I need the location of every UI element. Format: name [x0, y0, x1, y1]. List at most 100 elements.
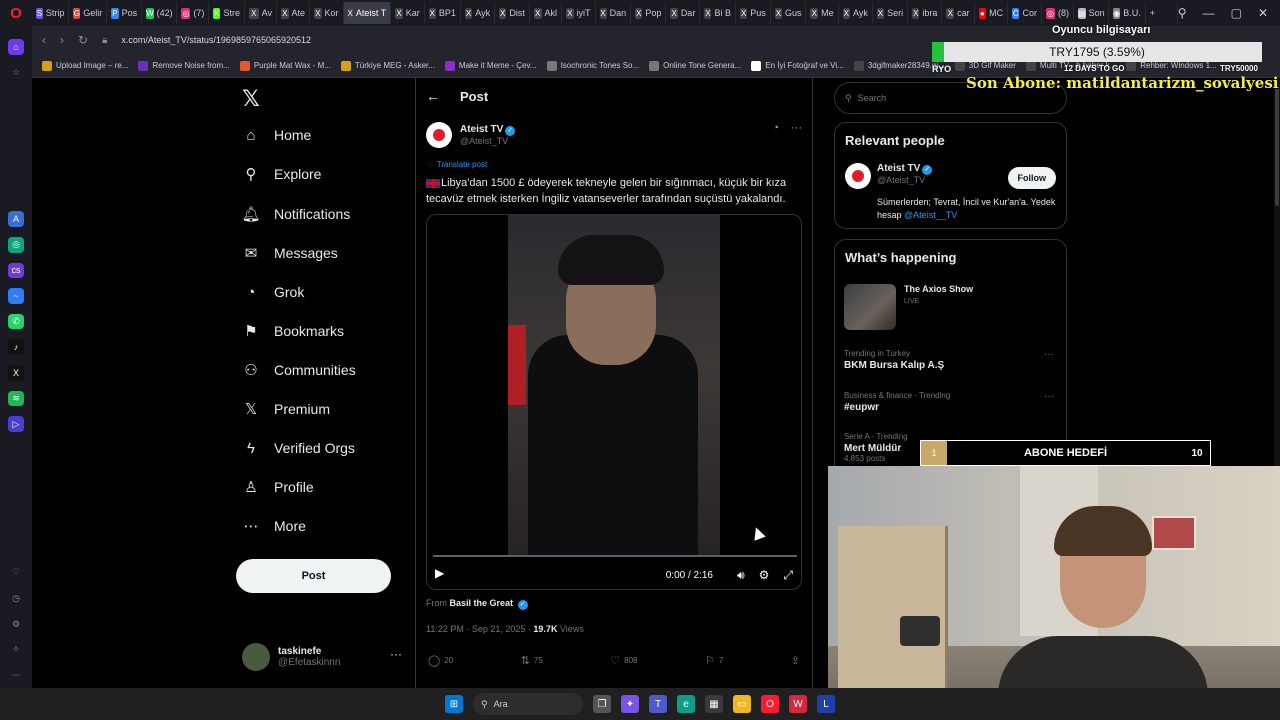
nav-item-explore[interactable]: ⚲ Explore — [242, 165, 322, 183]
bookmark-button[interactable]: ⚐ 7 — [705, 654, 723, 667]
nav-item-profile[interactable]: ♙ Profile — [242, 478, 313, 496]
minimize-icon[interactable]: — — [1203, 6, 1215, 20]
bookmark-item[interactable]: Make it Meme - Çev... — [444, 60, 537, 71]
browser-tab[interactable]: G Gelir — [69, 2, 108, 24]
taskbar-search[interactable]: ⚲ Ara — [473, 693, 583, 715]
like-button[interactable]: ♡ 808 — [610, 654, 637, 667]
chatgpt-icon[interactable]: ◎ — [8, 236, 24, 253]
browser-tab[interactable]: W (42) — [142, 2, 178, 24]
browser-tab[interactable]: X Ateist T — [343, 2, 392, 24]
account-switcher[interactable]: taskinefe @Efetaskinnn ··· — [242, 643, 402, 671]
search-tabs-icon[interactable]: ⚲ — [1178, 6, 1187, 20]
bookmark-item[interactable]: Remove Noise from... — [138, 60, 230, 71]
more-icon[interactable]: ··· — [1044, 349, 1054, 360]
browser-tab[interactable]: X Dist — [495, 2, 530, 24]
trend-item[interactable]: Trending in Turkey BKM Bursa Kalıp A.Ş ·… — [844, 349, 1054, 371]
author-name[interactable]: Ateist TV ✓ — [460, 124, 516, 136]
nav-item-messages[interactable]: ✉ Messages — [242, 244, 338, 262]
browser-tab[interactable]: ◎ (8) — [1042, 2, 1074, 24]
bookmark-item[interactable]: En İyi Fotoğraf ve Vi... — [751, 60, 844, 71]
scrollbar-thumb[interactable] — [1275, 86, 1279, 206]
maximize-icon[interactable]: ▢ — [1231, 6, 1242, 20]
browser-tab[interactable]: S Strip — [32, 2, 70, 24]
axios-show-title[interactable]: The Axios Show — [904, 284, 973, 294]
task-view-icon[interactable]: ❐ — [593, 695, 611, 713]
star-icon[interactable]: ☆ — [8, 65, 24, 81]
nav-item-premium[interactable]: 𝕏 Premium — [242, 400, 330, 418]
bookmark-item[interactable]: Türkiye MEG - Asker... — [340, 60, 435, 71]
volume-icon[interactable]: 🔊︎ — [737, 568, 745, 583]
heart-icon[interactable]: ♡ — [8, 565, 24, 581]
browser-tab[interactable]: P Pos — [107, 2, 143, 24]
browser-tab[interactable]: Xibra — [908, 2, 943, 24]
tiktok-icon[interactable]: ♪ — [8, 339, 24, 356]
browser-tab[interactable]: X Pop — [631, 2, 667, 24]
x-logo-icon[interactable]: 𝕏 — [242, 86, 260, 112]
browser-tab[interactable]: X Seri — [873, 2, 909, 24]
opera-icon[interactable]: O — [761, 695, 779, 713]
nav-item-communities[interactable]: ⚇ Communities — [242, 361, 355, 379]
translate-link[interactable]: ◌ Translate post — [428, 160, 487, 169]
teams-icon[interactable]: T — [649, 695, 667, 713]
forward-icon[interactable]: › — [60, 33, 64, 47]
launcher-icon[interactable]: L — [817, 695, 835, 713]
history-icon[interactable]: ◷ — [8, 591, 24, 607]
store-icon[interactable]: ▦ — [705, 695, 723, 713]
video-frame[interactable] — [508, 215, 720, 555]
browser-tab[interactable]: ◎ (7) — [177, 2, 210, 24]
source-account-link[interactable]: Basil the Great — [450, 598, 514, 608]
relevant-person-avatar[interactable] — [845, 163, 871, 189]
bio-link[interactable]: @Ateist__TV — [904, 210, 957, 220]
more-icon[interactable]: ··· — [791, 122, 802, 134]
browser-tab[interactable]: X Gus — [771, 2, 807, 24]
axios-show-thumbnail[interactable] — [844, 284, 896, 330]
bookmark-item[interactable]: Upload Image – re... — [42, 60, 128, 71]
browser-tab[interactable]: X Me — [806, 2, 839, 24]
more-icon[interactable]: ⋯ — [8, 667, 24, 683]
bookmark-item[interactable]: Isochronic Tones So... — [546, 60, 639, 71]
fullscreen-icon[interactable]: ⤢ — [783, 568, 793, 583]
back-arrow-icon[interactable]: ← — [426, 88, 440, 104]
url-field[interactable]: x.com/Ateist_TV/status/19698597650659205… — [121, 35, 311, 45]
more-icon[interactable]: ··· — [1044, 391, 1054, 402]
aria-icon[interactable]: A — [8, 211, 24, 227]
browser-tab[interactable]: X Ayk — [839, 2, 873, 24]
player-icon[interactable]: ▷ — [8, 416, 24, 432]
browser-tab[interactable]: X Bi B — [700, 2, 736, 24]
settings-icon[interactable]: ⚙ — [8, 616, 24, 632]
home-icon[interactable]: ⌂ — [8, 39, 24, 55]
browser-tab[interactable]: X Ate — [277, 2, 311, 24]
nav-item-notifications[interactable]: 🔔︎ Notifications — [241, 205, 350, 223]
browser-tab[interactable]: ▤ Son — [1074, 2, 1110, 24]
browser-tab[interactable]: X Ayk — [461, 2, 496, 24]
browser-tab[interactable]: X Pus — [736, 2, 771, 24]
browser-tab[interactable]: K Stre — [209, 2, 245, 24]
back-icon[interactable]: ‹ — [42, 33, 46, 47]
reload-icon[interactable]: ↻ — [78, 33, 88, 47]
cs-icon[interactable]: cs — [8, 262, 24, 279]
browser-tab[interactable]: Xcar — [942, 2, 975, 24]
browser-tab[interactable]: X BP1 — [425, 2, 461, 24]
relevant-person[interactable]: Ateist TV ✓ @Ateist_TV — [845, 163, 933, 189]
browser-tab[interactable]: X Akl — [530, 2, 563, 24]
browser-tab[interactable]: ◉ B.U. — [1109, 2, 1146, 24]
video-player[interactable]: ▶ 0:00 / 2:16 🔊︎ ⚙ ⤢ — [426, 214, 802, 590]
grok-icon[interactable]: ◔ — [772, 122, 779, 134]
browser-tab[interactable]: ● MC — [975, 2, 1009, 24]
browser-tab[interactable]: XiyiT — [562, 2, 596, 24]
nav-item-bookmarks[interactable]: ⚑ Bookmarks — [242, 322, 344, 340]
bookmark-item[interactable]: Online Tone Genera... — [649, 60, 741, 71]
copilot-icon[interactable]: ✦ — [621, 695, 639, 713]
spotify-icon[interactable]: ≋ — [8, 390, 24, 407]
follow-button[interactable]: Follow — [1007, 167, 1056, 189]
post-author[interactable]: Ateist TV ✓ @Ateist_TV — [426, 122, 516, 148]
wps-icon[interactable]: W — [789, 695, 807, 713]
post-timestamp[interactable]: 11:22 PM · Sep 21, 2025 · — [426, 624, 531, 634]
trend-item[interactable]: Business & finance · Trending #eupwr ··· — [844, 391, 1054, 413]
play-icon[interactable]: ▶ — [435, 566, 444, 580]
x-icon[interactable]: X — [8, 365, 24, 381]
repost-button[interactable]: ⇅ 75 — [521, 654, 543, 667]
windows-start-icon[interactable]: ⊞ — [445, 695, 463, 713]
lock-icon[interactable]: 🔒︎ — [102, 35, 107, 46]
close-icon[interactable]: ✕ — [1258, 6, 1268, 20]
